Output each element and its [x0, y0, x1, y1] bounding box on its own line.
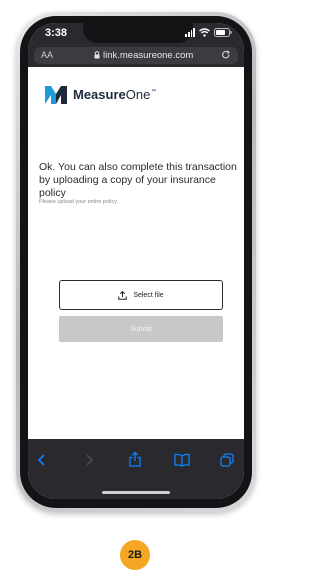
brand-name-light: One	[125, 86, 151, 102]
step-badge: 2B	[120, 540, 150, 570]
brand-trademark: ™	[151, 89, 157, 96]
forward-icon[interactable]	[83, 453, 95, 467]
browser-address-area: AA link.measureone.com	[28, 45, 244, 67]
submit-label: Submit	[130, 325, 152, 333]
measureone-logo-mark	[45, 86, 67, 104]
home-indicator	[102, 491, 170, 494]
back-icon[interactable]	[36, 453, 48, 467]
upload-note: Please upload your entire policy	[39, 199, 117, 205]
url-text: link.measureone.com	[103, 50, 194, 61]
browser-toolbar	[28, 439, 244, 499]
share-icon[interactable]	[128, 451, 142, 467]
select-file-button[interactable]: Select file	[59, 280, 223, 310]
brand-name-bold: Measure	[73, 86, 126, 102]
brand-name: MeasureOne™	[73, 87, 156, 102]
phone-screen: 3:38 AA link.measureone.com MeasureOne™ …	[28, 23, 244, 499]
status-time: 3:38	[45, 27, 68, 39]
tabs-icon[interactable]	[220, 453, 234, 467]
reload-icon[interactable]	[221, 50, 231, 60]
notch	[83, 23, 193, 43]
signal-icon	[185, 28, 195, 37]
lock-icon	[94, 51, 100, 59]
status-bar: 3:38	[28, 23, 244, 45]
instruction-headline: Ok. You can also complete this transacti…	[39, 161, 237, 199]
battery-icon	[214, 28, 232, 37]
measureone-logo: MeasureOne™	[44, 83, 156, 105]
upload-icon	[118, 290, 128, 300]
wifi-icon	[199, 28, 210, 37]
step-label: 2B	[127, 549, 143, 561]
submit-button[interactable]: Submit	[59, 316, 223, 342]
text-size-button[interactable]: AA	[41, 50, 53, 60]
status-icons	[185, 28, 232, 37]
address-bar[interactable]: AA link.measureone.com	[34, 47, 238, 64]
web-content: MeasureOne™ Ok. You can also complete th…	[28, 67, 244, 439]
bookmarks-icon[interactable]	[174, 453, 190, 467]
select-file-label: Select file	[133, 291, 164, 299]
